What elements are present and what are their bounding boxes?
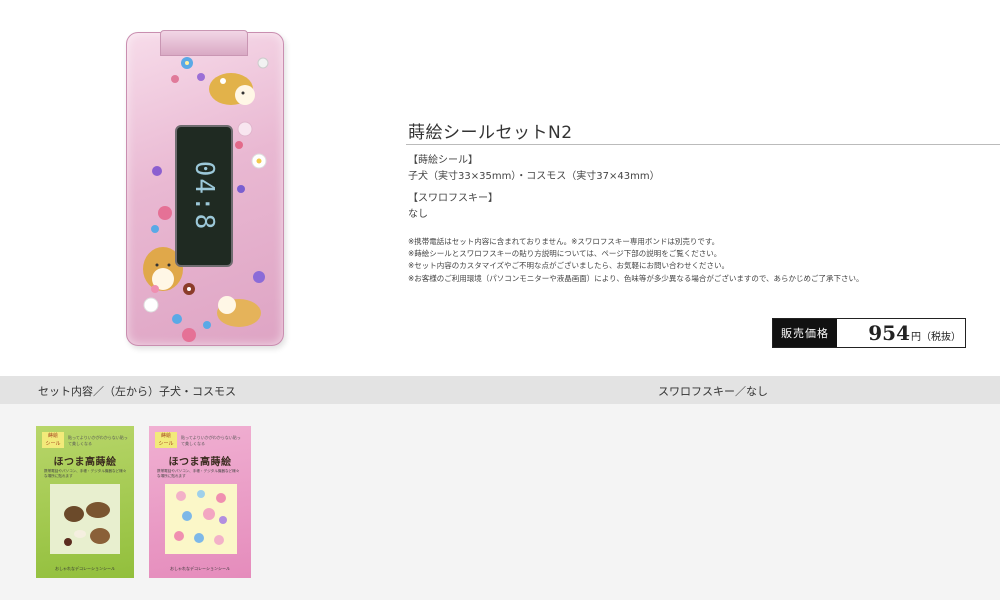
title-divider — [406, 144, 1000, 145]
product-image-phone: 04:8 — [122, 26, 290, 348]
package-footer: おしゃれなデコレーションシール — [55, 566, 115, 571]
spec-swarovski-value: なし — [408, 209, 428, 220]
product-title: 蒔絵シールセットN2 — [408, 123, 573, 143]
package-badge: 蒔絵 シール — [42, 432, 64, 448]
package-badge: 蒔絵 シール — [155, 432, 177, 448]
note-item: ※携帯電話はセット内容に含まれておりません。※スワロフスキー専用ボンドは別売りで… — [408, 237, 720, 246]
price-value-wrap: 954 円（税抜） — [837, 319, 965, 347]
note-item: ※セット内容のカスタマイズやご不明な点がございましたら、お気軽にお問い合わせくだ… — [408, 261, 730, 271]
spec-seal-label: 【蒔絵シール】 — [408, 155, 478, 166]
phone-hinge — [160, 30, 248, 56]
product-package-cosmos: 蒔絵 シール 貼ってよりいかがわからない貼って美しくなる ほつま高蒔絵 携帯電話… — [149, 426, 251, 578]
package-title: ほつま高蒔絵 — [53, 457, 117, 468]
package-title: ほつま高蒔絵 — [168, 457, 232, 468]
price-box: 販売価格 954 円（税抜） — [772, 318, 966, 348]
note-item: ※蒔絵シールとスワロフスキーの貼り方説明については、ページ下部の説明をご覧くださ… — [408, 249, 722, 259]
notes-list: ※携帯電話はセット内容に含まれておりません。※スワロフスキー専用ボンドは別売りで… — [408, 236, 864, 285]
puppy-sticker-sheet — [50, 484, 120, 554]
price-value: 954 — [868, 321, 910, 345]
package-tagline: 貼ってよりいかがわからない貼って美しくなる — [68, 435, 128, 446]
swarovski-contents-label: スワロフスキー／なし — [658, 385, 768, 398]
phone-body: 04:8 — [126, 32, 284, 346]
package-description: 携帯電話やパソコン、手帳・デジタル機器など様々な場所に貼れます — [157, 469, 240, 478]
product-package-puppy: 蒔絵 シール 貼ってよりいかがわからない貼って美しくなる ほつま高蒔絵 携帯電話… — [36, 426, 134, 578]
package-footer: おしゃれなデコレーションシール — [170, 566, 230, 571]
package-description: 携帯電話やパソコン、手帳・デジタル機器など様々な場所に貼れます — [44, 469, 127, 478]
puppy-decoration-top — [209, 73, 255, 105]
note-item: ※お客様のご利用環境（パソコンモニターや液晶画面）により、色味等が多少異なる場合… — [408, 273, 864, 283]
cosmos-sticker-sheet — [165, 484, 237, 554]
package-tagline: 貼ってよりいかがわからない貼って美しくなる — [181, 435, 241, 446]
price-unit: 円（税抜） — [911, 332, 961, 343]
phone-sub-display: 04:8 — [175, 125, 233, 267]
phone-time-readout: 04:8 — [189, 160, 219, 232]
set-contents-label: セット内容／（左から）子犬・コスモス — [38, 385, 236, 398]
price-label: 販売価格 — [773, 319, 837, 347]
spec-seal-value: 子犬（実寸33×35mm）・コスモス（実寸37×43mm） — [408, 171, 660, 182]
spec-swarovski-label: 【スワロフスキー】 — [408, 193, 498, 204]
